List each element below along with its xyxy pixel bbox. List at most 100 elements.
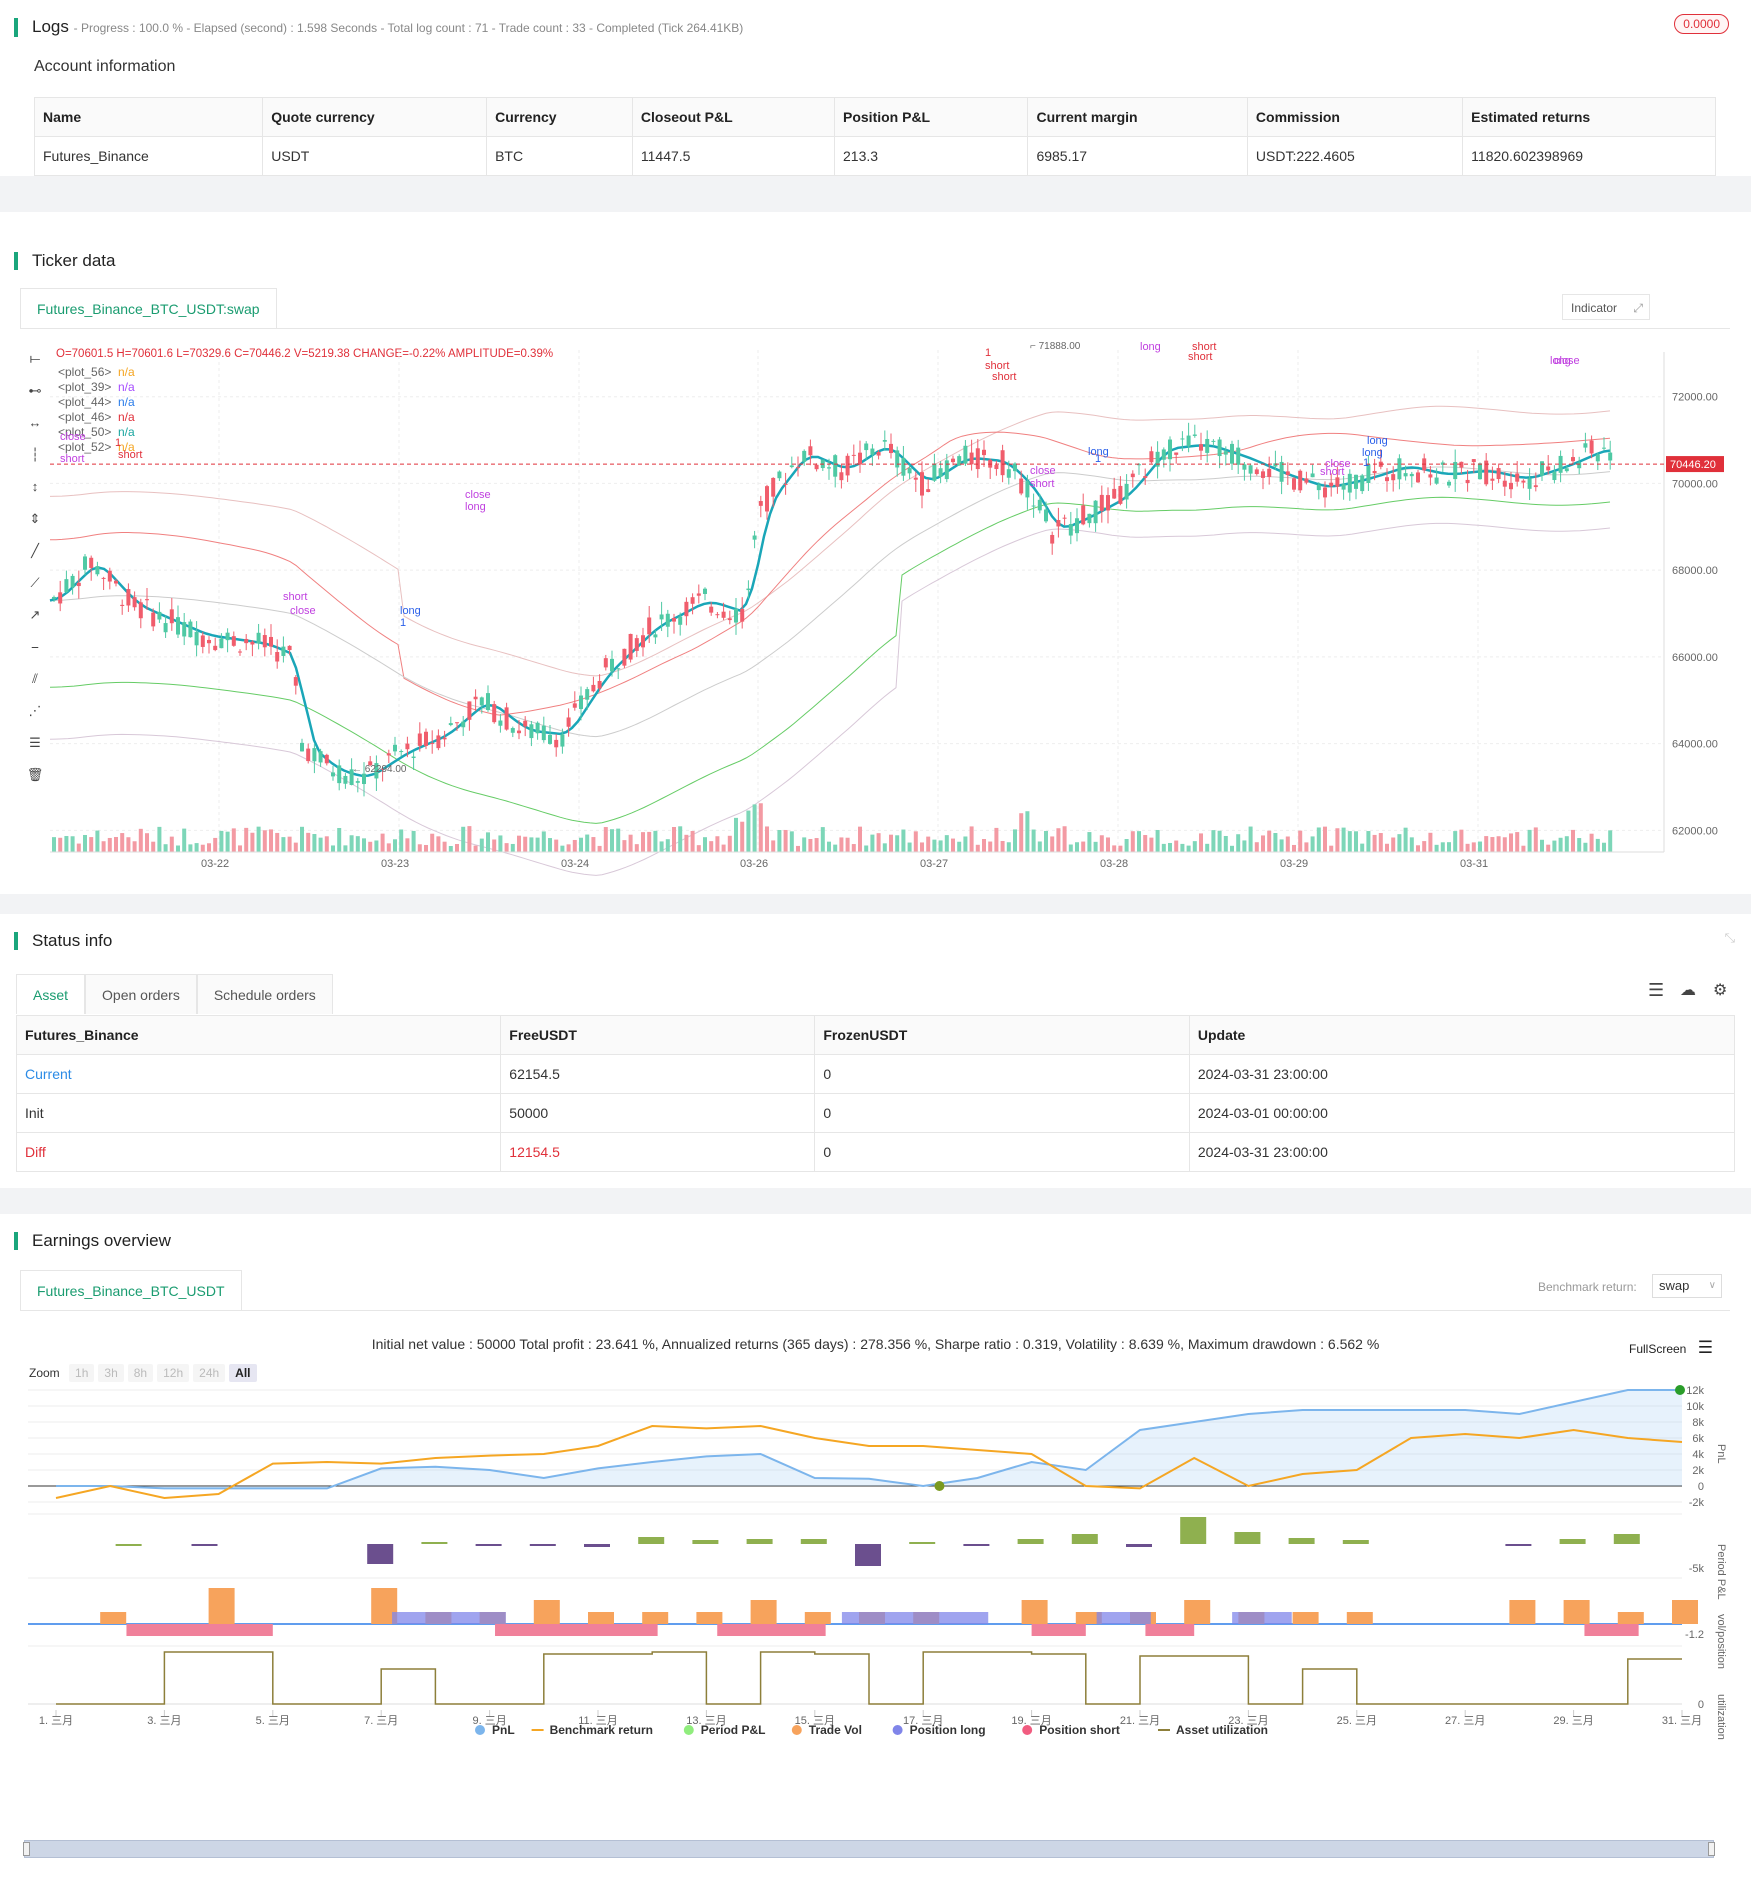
candle-body: [473, 696, 478, 700]
candle-body: [659, 614, 664, 620]
x-tick-label: 27. 三月: [1445, 1715, 1485, 1727]
volume-bar: [1484, 836, 1489, 852]
legend-item-label[interactable]: Trade Vol: [809, 1723, 862, 1737]
collapse-icon[interactable]: ⤡: [1725, 930, 1735, 946]
pnl-area: [56, 1390, 1682, 1489]
upper-mid-band-line: [49, 431, 1611, 716]
candle-body: [442, 737, 447, 740]
status-table: Futures_Binance FreeUSDT FrozenUSDT Update …: [15, 1015, 1736, 1172]
list-icon[interactable]: ☰: [1648, 980, 1664, 1001]
candle-body: [1354, 474, 1358, 489]
candle-body: [1037, 499, 1042, 511]
candle-body: [107, 570, 112, 582]
volume-bar: [213, 837, 218, 852]
axis-title: Period P&L: [1715, 1544, 1727, 1600]
volume-bar: [777, 830, 782, 852]
candle-body: [1434, 477, 1439, 484]
position-long-bar: [1096, 1612, 1151, 1624]
account-cell: Futures_Binance: [33, 136, 264, 176]
candle-body: [1509, 482, 1513, 490]
high-price-label: ⌐ 71888.00: [1030, 341, 1081, 352]
legend-item-label[interactable]: Asset utilization: [1176, 1723, 1268, 1737]
candle-body: [951, 458, 955, 463]
volume-bar: [1006, 842, 1011, 852]
legend-item-label[interactable]: Position long: [910, 1723, 986, 1737]
volume-bar: [331, 845, 335, 852]
volume-bar: [727, 835, 732, 852]
cloud-download-icon[interactable]: ☁: [1680, 980, 1696, 1000]
account-cell: 6985.17: [1027, 136, 1248, 176]
trade-signal-label: long: [400, 605, 421, 617]
volume-bar: [1347, 831, 1352, 852]
candle-body: [895, 450, 900, 468]
tab-asset[interactable]: Asset: [16, 974, 86, 1014]
volume-bar: [1453, 831, 1458, 852]
table-row: Init 50000 0 2024-03-01 00:00:00: [15, 1093, 1736, 1133]
earnings-chart[interactable]: 12k 10k 8k 6k 4k 2k 0 -2k PnL Period P&L vol/posit…: [0, 1214, 1751, 1890]
candle-body: [1372, 470, 1377, 474]
volume-bar: [1230, 845, 1234, 852]
legend-item-label[interactable]: Period P&L: [701, 1723, 766, 1737]
pnl-tick-label: 0: [1698, 1481, 1704, 1493]
candle-body: [1205, 438, 1210, 453]
tab-schedule-orders[interactable]: Schedule orders: [196, 974, 333, 1014]
candle-body: [690, 597, 695, 604]
period-pnl-bar: [746, 1539, 773, 1544]
trade-vol-bar: [1672, 1600, 1698, 1624]
volume-bar: [690, 830, 695, 852]
navigator-scrollbar[interactable]: [23, 1840, 1715, 1858]
candle-body: [703, 588, 707, 594]
candle-body: [734, 608, 738, 623]
volume-bar: [1180, 843, 1185, 852]
volume-bar: [1428, 832, 1433, 852]
candle-body: [1044, 509, 1048, 522]
settings-icon[interactable]: ⚙: [1713, 980, 1727, 1000]
volume-bar: [337, 827, 342, 852]
candle-body: [634, 638, 639, 651]
volume-bar: [1031, 829, 1036, 852]
axis-title: vol/position: [1715, 1614, 1727, 1669]
trade-vol-bar: [588, 1612, 614, 1624]
volume-bar: [498, 835, 503, 852]
candle-body: [1546, 466, 1551, 471]
volume-bar: [1434, 844, 1439, 852]
trade-signal-label: long: [1367, 435, 1388, 447]
volume-bar: [771, 840, 776, 852]
legend-item-label[interactable]: Benchmark return: [550, 1723, 653, 1737]
volume-bar: [442, 841, 447, 852]
tab-open-orders[interactable]: Open orders: [85, 974, 197, 1014]
volume-bar: [975, 844, 980, 852]
candle-body: [758, 501, 763, 506]
volume-bar: [1564, 836, 1569, 852]
logs-progress: - Progress : 100.0 % - Elapsed (second) …: [73, 21, 744, 35]
period-pnl-bar: [1288, 1538, 1315, 1544]
volume-bar: [957, 841, 962, 852]
volume-bar: [393, 839, 397, 852]
volume-bar: [926, 836, 931, 852]
candle-body: [1186, 435, 1191, 447]
volume-bar: [969, 826, 974, 852]
volume-bar: [1583, 842, 1588, 852]
legend-item-label[interactable]: Position short: [1039, 1723, 1120, 1737]
account-header-cell: Position P&L: [833, 97, 1029, 137]
candle-body: [1174, 452, 1179, 455]
candle-body: [269, 636, 273, 647]
candle-body: [523, 720, 528, 727]
candle-body: [944, 460, 949, 480]
volume-bar: [610, 829, 614, 852]
candle-body: [399, 751, 404, 753]
candle-body: [244, 638, 249, 644]
period-pnl-bar: [1126, 1544, 1152, 1547]
candle-body: [293, 677, 298, 686]
candlestick-chart[interactable]: 72000.00 70000.00 68000.00 66000.00 64000.00…: [0, 212, 1751, 894]
volume-bar: [1155, 829, 1160, 852]
volume-bar: [1267, 830, 1272, 852]
volume-bar: [560, 845, 565, 852]
legend-swatch: [683, 1725, 694, 1735]
candle-body: [709, 606, 714, 613]
volume-bar: [659, 841, 664, 852]
legend-item-label[interactable]: PnL: [492, 1723, 515, 1737]
navigator-handle-right[interactable]: [1708, 1842, 1715, 1856]
candle-body: [975, 448, 980, 470]
navigator-handle-left[interactable]: [23, 1842, 30, 1856]
